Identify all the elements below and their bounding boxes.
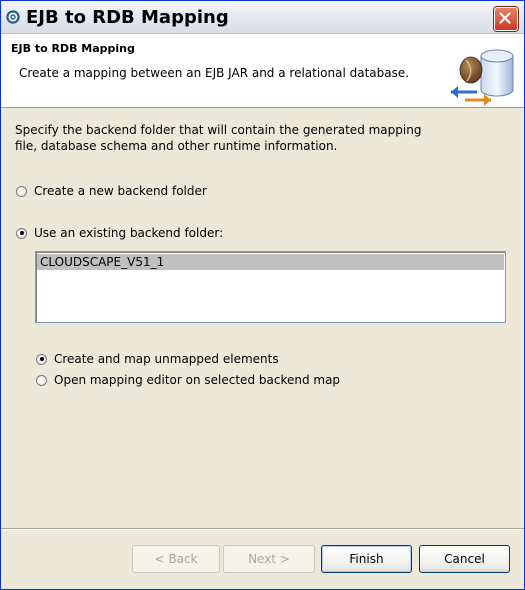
back-button[interactable]: < Back [132, 545, 220, 573]
create-map-unmapped-label: Create and map unmapped elements [54, 352, 279, 366]
title-bar[interactable]: EJB to RDB Mapping [1, 1, 524, 34]
app-icon [6, 10, 20, 24]
open-mapping-editor-option[interactable]: Open mapping editor on selected backend … [36, 373, 340, 387]
cancel-button[interactable]: Cancel [419, 545, 510, 573]
ejb-rdb-mapping-wizard-icon [447, 48, 517, 108]
finish-button[interactable]: Finish [321, 545, 412, 573]
close-button[interactable] [494, 7, 518, 31]
next-button[interactable]: Next > [223, 545, 315, 573]
backend-folder-list[interactable]: CLOUDSCAPE_V51_1 [35, 251, 506, 323]
use-existing-backend-option[interactable]: Use an existing backend folder: [16, 226, 223, 240]
open-mapping-editor-label: Open mapping editor on selected backend … [54, 373, 341, 387]
use-existing-backend-radio[interactable] [16, 227, 27, 239]
create-new-backend-option[interactable]: Create a new backend folder [16, 184, 207, 198]
list-item[interactable]: CLOUDSCAPE_V51_1 [37, 254, 504, 270]
create-new-backend-radio[interactable] [16, 185, 27, 197]
use-existing-backend-label: Use an existing backend folder: [34, 226, 224, 240]
create-new-backend-label: Create a new backend folder [34, 184, 207, 198]
open-mapping-editor-radio[interactable] [36, 374, 47, 386]
header-description: Create a mapping between an EJB JAR and … [19, 66, 410, 80]
window-title: EJB to RDB Mapping [26, 7, 229, 28]
button-bar-separator [1, 528, 524, 530]
wizard-window: EJB to RDB Mapping EJB to RDB Mapping Cr… [0, 0, 525, 590]
header-title: EJB to RDB Mapping [11, 42, 135, 55]
create-map-unmapped-option[interactable]: Create and map unmapped elements [36, 352, 279, 366]
wizard-header: EJB to RDB Mapping Create a mapping betw… [1, 34, 524, 108]
instructions-text: Specify the backend folder that will con… [15, 123, 422, 153]
wizard-body: Specify the backend folder that will con… [1, 108, 524, 528]
close-icon [499, 12, 511, 24]
create-map-unmapped-radio[interactable] [36, 353, 47, 365]
